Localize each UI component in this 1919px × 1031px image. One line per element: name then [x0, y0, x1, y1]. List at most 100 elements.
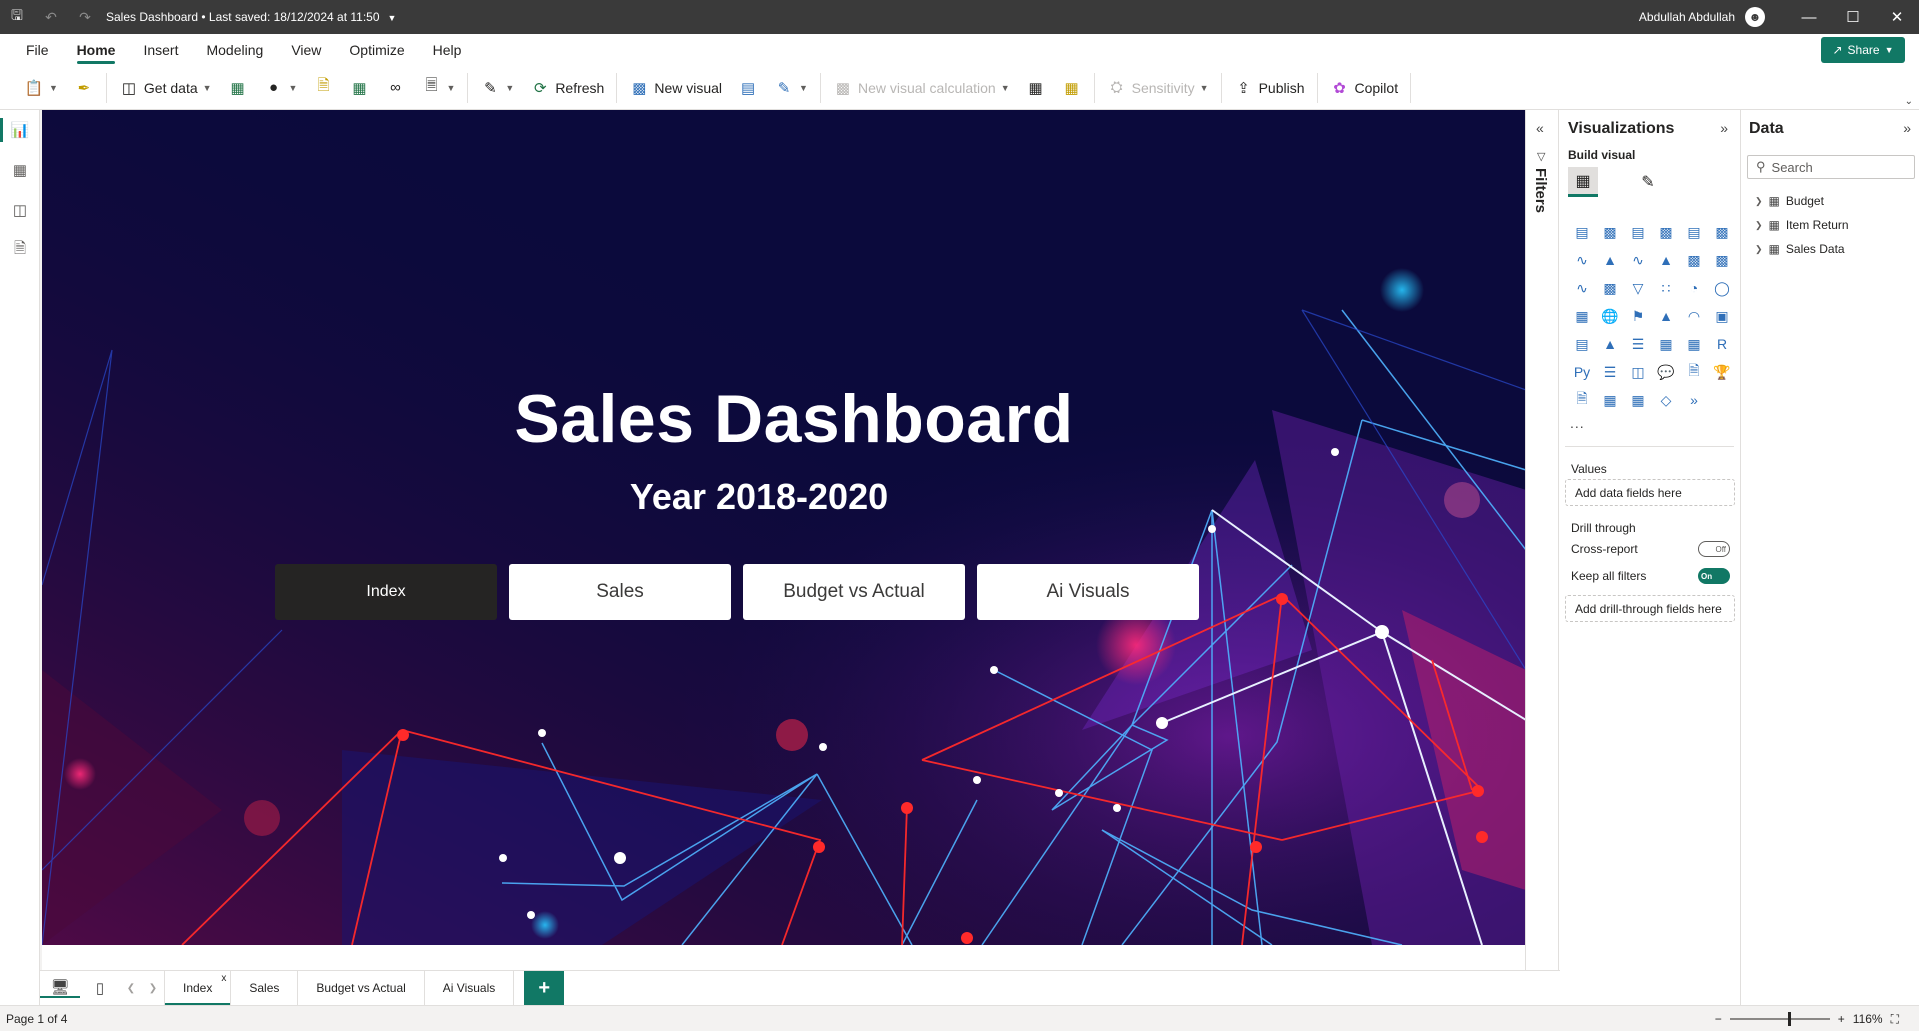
tab-optimize[interactable]: Optimize: [335, 34, 418, 66]
clustered-bar-chart-icon[interactable]: ▤: [1624, 218, 1652, 246]
index-page-button[interactable]: Index: [275, 564, 497, 620]
key-influencers-icon[interactable]: ☰: [1596, 358, 1624, 386]
card-icon[interactable]: ▣: [1708, 302, 1736, 330]
donut-chart-icon[interactable]: ◯: [1708, 274, 1736, 302]
values-well[interactable]: Add data fields here: [1565, 479, 1735, 506]
drill-through-well[interactable]: Add drill-through fields here: [1565, 595, 1735, 622]
report-view-icon[interactable]: 📊: [0, 110, 40, 150]
matrix-icon[interactable]: ▦: [1680, 330, 1708, 358]
add-page-button[interactable]: +: [524, 970, 565, 1006]
budget-vs-actual-page-button[interactable]: Budget vs Actual: [743, 564, 965, 620]
next-page-icon[interactable]: ❯: [142, 983, 164, 994]
power-automate-icon[interactable]: ▦: [1624, 386, 1652, 414]
table-sales-data[interactable]: ❯ ▦ Sales Data: [1755, 242, 1845, 256]
area-chart-icon[interactable]: ▲: [1596, 246, 1624, 274]
cross-report-toggle[interactable]: Off: [1698, 541, 1730, 557]
python-visual-icon[interactable]: Py: [1568, 358, 1596, 386]
recent-sources-button[interactable]: 🗏 ▼: [413, 72, 463, 104]
save-icon[interactable]: 🖫: [0, 0, 34, 34]
format-visual-icon[interactable]: ✎: [1633, 167, 1663, 197]
sql-button[interactable]: 🗎: [305, 72, 341, 104]
maximize-icon[interactable]: ☐: [1831, 8, 1875, 26]
page-tab-ai-visuals[interactable]: Ai Visuals: [425, 970, 515, 1006]
refresh-button[interactable]: ⟳ Refresh: [522, 72, 612, 104]
quick-measure-button[interactable]: ▦: [1054, 72, 1090, 104]
minimize-icon[interactable]: —: [1787, 9, 1831, 26]
onelake-button[interactable]: ● ▼: [256, 72, 306, 104]
undo-icon[interactable]: ↶: [34, 0, 68, 34]
metrics-icon[interactable]: 🏆: [1708, 358, 1736, 386]
stacked-bar-chart-icon[interactable]: ▤: [1568, 218, 1596, 246]
paginated-report-icon[interactable]: 🗎: [1568, 386, 1596, 414]
format-painter-button[interactable]: ✒: [66, 72, 102, 104]
share-button[interactable]: ↗ Share ▼: [1821, 37, 1905, 63]
dax-query-view-icon[interactable]: 🗎: [0, 230, 40, 270]
filters-label[interactable]: Filters: [1532, 168, 1549, 213]
power-apps-icon[interactable]: ▦: [1596, 386, 1624, 414]
desktop-layout-icon[interactable]: 🖥: [40, 978, 80, 998]
zoom-slider[interactable]: [1729, 1012, 1830, 1026]
table-icon[interactable]: ▦: [1652, 330, 1680, 358]
ribbon-chart-icon[interactable]: ∿: [1568, 274, 1596, 302]
flow-icon[interactable]: »: [1680, 386, 1708, 414]
new-visual-button[interactable]: ▩ New visual: [621, 72, 730, 104]
smart-narrative-icon[interactable]: 🗎: [1680, 358, 1708, 386]
filled-map-icon[interactable]: ⚑: [1624, 302, 1652, 330]
qna-icon[interactable]: 💬: [1652, 358, 1680, 386]
tab-view[interactable]: View: [277, 34, 335, 66]
r-visual-icon[interactable]: R: [1708, 330, 1736, 358]
100-stacked-area-chart-icon[interactable]: ▲: [1652, 246, 1680, 274]
funnel-icon[interactable]: ▽: [1624, 274, 1652, 302]
waterfall-chart-icon[interactable]: ▩: [1596, 274, 1624, 302]
get-data-button[interactable]: ◫ Get data ▼: [111, 72, 220, 104]
chevron-down-icon[interactable]: ▼: [388, 13, 397, 23]
sensitivity-button[interactable]: ⛭ Sensitivity ▼: [1099, 72, 1217, 104]
gauge-icon[interactable]: ◠: [1680, 302, 1708, 330]
new-visual-calculation-button[interactable]: ▩ New visual calculation ▼: [825, 72, 1018, 104]
collapse-data-icon[interactable]: »: [1903, 120, 1911, 136]
new-measure-button[interactable]: ▦: [1018, 72, 1054, 104]
zoom-in-icon[interactable]: +: [1838, 1012, 1845, 1026]
table-budget[interactable]: ❯ ▦ Budget: [1755, 194, 1824, 208]
powerapps-diamond-icon[interactable]: ◇: [1652, 386, 1680, 414]
stacked-area-chart-icon[interactable]: ∿: [1624, 246, 1652, 274]
line-and-stacked-column-chart-icon[interactable]: ▩: [1680, 246, 1708, 274]
100-stacked-column-chart-icon[interactable]: ▩: [1708, 218, 1736, 246]
data-search-input[interactable]: ⚲ Search: [1747, 155, 1915, 179]
tab-home[interactable]: Home: [63, 34, 130, 66]
filters-pane[interactable]: « Filters ▽: [1525, 110, 1558, 970]
excel-button[interactable]: ▦: [220, 72, 256, 104]
collapse-ribbon-icon[interactable]: ⌄: [1905, 96, 1913, 107]
user-name[interactable]: Abdullah Abdullah: [1639, 10, 1735, 24]
mobile-layout-icon[interactable]: ▯: [80, 979, 120, 997]
enter-data-button[interactable]: ▦: [341, 72, 377, 104]
previous-page-icon[interactable]: ❮: [120, 983, 142, 994]
line-chart-icon[interactable]: ∿: [1568, 246, 1596, 274]
stacked-column-chart-icon[interactable]: ▩: [1596, 218, 1624, 246]
copilot-button[interactable]: ✿ Copilot: [1322, 72, 1407, 104]
zoom-slider-knob[interactable]: [1787, 1012, 1791, 1026]
publish-button[interactable]: ⇪ Publish: [1226, 72, 1313, 104]
close-icon[interactable]: ✕: [1875, 8, 1919, 26]
table-view-icon[interactable]: ▦: [0, 150, 40, 190]
keep-all-filters-toggle[interactable]: On: [1698, 568, 1730, 584]
collapse-visualizations-icon[interactable]: »: [1720, 120, 1728, 136]
sales-page-button[interactable]: Sales: [509, 564, 731, 620]
pie-chart-icon[interactable]: ◔: [1680, 274, 1708, 302]
map-icon[interactable]: 🌐: [1596, 302, 1624, 330]
decomposition-tree-icon[interactable]: ◫: [1624, 358, 1652, 386]
slicer-icon[interactable]: ☰: [1624, 330, 1652, 358]
azure-map-icon[interactable]: ▲: [1652, 302, 1680, 330]
dataverse-button[interactable]: ∞: [377, 72, 413, 104]
treemap-icon[interactable]: ▦: [1568, 302, 1596, 330]
zoom-out-icon[interactable]: −: [1715, 1012, 1722, 1026]
chevron-right-icon[interactable]: ❯: [1755, 220, 1763, 231]
window-title[interactable]: Sales Dashboard • Last saved: 18/12/2024…: [106, 10, 396, 24]
fit-to-page-icon[interactable]: ⛶: [1891, 1012, 1899, 1027]
ai-visuals-page-button[interactable]: Ai Visuals: [977, 564, 1199, 620]
tab-help[interactable]: Help: [419, 34, 476, 66]
expand-filters-icon[interactable]: «: [1536, 120, 1544, 136]
more-visuals-button[interactable]: ✎ ▼: [766, 72, 816, 104]
multi-row-card-icon[interactable]: ▤: [1568, 330, 1596, 358]
avatar[interactable]: ☻: [1745, 7, 1765, 27]
